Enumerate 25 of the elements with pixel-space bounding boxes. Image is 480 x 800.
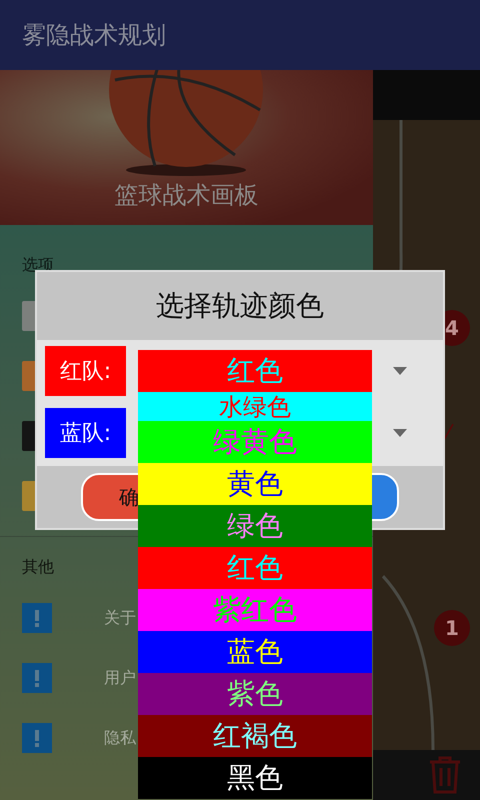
section-heading: 其他 xyxy=(22,557,54,578)
menu-item[interactable]: 隐私 xyxy=(104,728,136,748)
dialog-title: 选择轨迹颜色 xyxy=(155,288,325,324)
drawer-title: 篮球战术画板 xyxy=(114,180,258,211)
caret-icon[interactable] xyxy=(393,429,407,437)
menu-item[interactable]: 关于 xyxy=(104,608,136,628)
app-title: 雾隐战术规划 xyxy=(22,20,166,51)
team-label: 蓝队: xyxy=(45,408,126,458)
color-option[interactable]: 蓝色 xyxy=(138,631,372,673)
color-option[interactable]: 红褐色 xyxy=(138,715,372,757)
team-label: 红队: xyxy=(45,346,126,396)
color-option[interactable]: 黄色 xyxy=(138,463,372,505)
color-option[interactable]: 紫红色 xyxy=(138,589,372,631)
exclamation-icon xyxy=(22,663,52,693)
color-option[interactable]: 红色 xyxy=(138,547,372,589)
color-option[interactable]: 黑色 xyxy=(138,757,372,799)
menu-item[interactable]: 用户 xyxy=(104,668,136,688)
color-option[interactable]: 绿色 xyxy=(138,505,372,547)
exclamation-icon xyxy=(22,723,52,753)
color-option[interactable]: 紫色 xyxy=(138,673,372,715)
exclamation-icon xyxy=(22,603,52,633)
spinner-value[interactable]: 红色 xyxy=(138,350,372,392)
caret-icon[interactable] xyxy=(393,367,407,375)
color-option[interactable]: 水绿色 xyxy=(138,392,372,421)
color-option[interactable]: 绿黄色 xyxy=(138,421,372,463)
